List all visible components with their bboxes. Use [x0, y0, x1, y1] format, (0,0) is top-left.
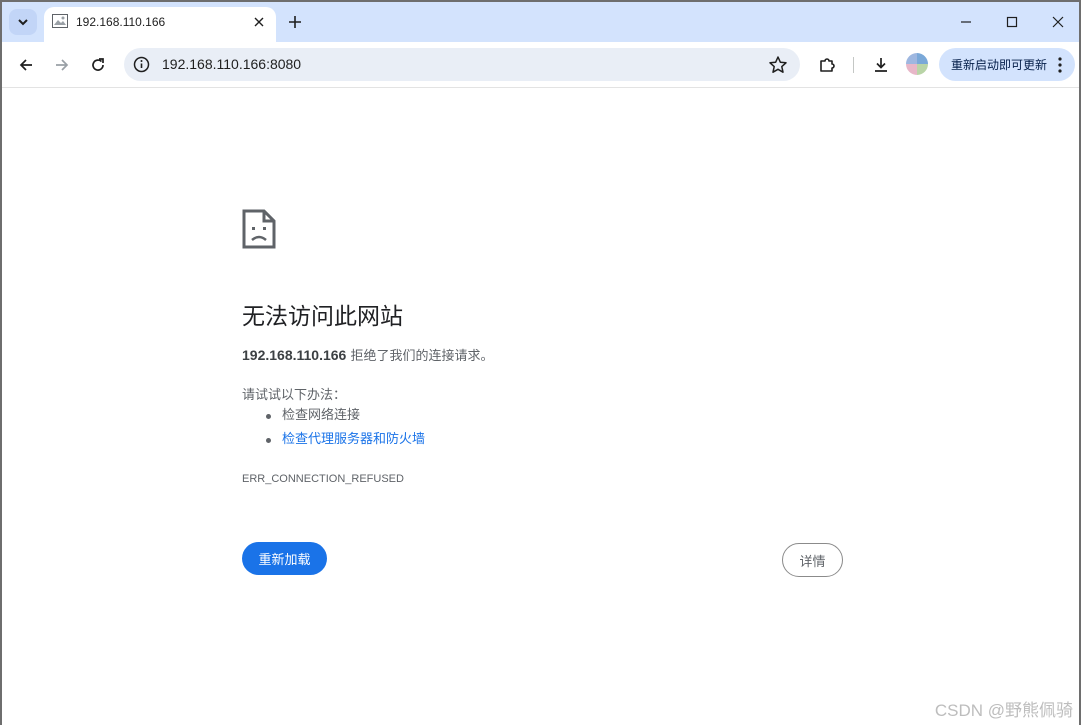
error-message-text: 拒绝了我们的连接请求。: [350, 349, 494, 364]
info-icon[interactable]: [133, 56, 150, 73]
minimize-button[interactable]: [952, 10, 980, 34]
suggestion-check-network: 检查网络连接: [264, 407, 425, 431]
reload-button[interactable]: [86, 53, 110, 77]
arrow-right-icon: [56, 59, 69, 71]
puzzle-icon: [820, 58, 835, 72]
close-icon: [1052, 16, 1064, 28]
error-heading: 无法访问此网站: [242, 304, 403, 330]
bookmark-star-icon[interactable]: [768, 55, 788, 75]
error-page: 无法访问此网站 192.168.110.166 拒绝了我们的连接请求。 请试试以…: [2, 89, 1079, 725]
tab-strip: 192.168.110.166: [2, 2, 1079, 42]
toolbar: 192.168.110.166:8080 重新启动即可更新: [2, 42, 1079, 88]
suggestions-label: 请试试以下办法：: [242, 388, 347, 403]
more-menu-icon[interactable]: [1058, 57, 1062, 73]
address-bar[interactable]: 192.168.110.166:8080: [124, 48, 800, 81]
toolbar-separator: [853, 57, 854, 73]
watermark: CSDN @野熊佩骑: [934, 701, 1073, 720]
update-relaunch-button[interactable]: 重新启动即可更新: [939, 48, 1075, 81]
error-code: ERR_CONNECTION_REFUSED: [242, 473, 404, 485]
maximize-button[interactable]: [998, 10, 1026, 34]
tab-active[interactable]: 192.168.110.166: [44, 7, 276, 42]
new-tab-button[interactable]: [284, 11, 306, 33]
suggestions-list: 检查网络连接 检查代理服务器和防火墙: [264, 407, 425, 455]
tab-search-button[interactable]: [9, 9, 37, 35]
plus-icon: [289, 16, 301, 28]
sad-page-icon: [242, 209, 276, 249]
error-message: 192.168.110.166 拒绝了我们的连接请求。: [242, 345, 494, 364]
reload-page-button[interactable]: 重新加载: [242, 542, 327, 575]
update-label: 重新启动即可更新: [951, 58, 1048, 72]
arrow-left-icon: [19, 59, 32, 71]
download-icon: [875, 58, 887, 72]
back-button[interactable]: [14, 53, 38, 77]
browser-window: 192.168.110.166 192.168.110.166:8080 重新启…: [0, 0, 1081, 725]
forward-button[interactable]: [50, 53, 74, 77]
chevron-down-icon: [18, 19, 28, 26]
maximize-icon: [1006, 16, 1018, 28]
error-host: 192.168.110.166: [242, 347, 347, 363]
tab-title: 192.168.110.166: [76, 15, 166, 29]
close-icon: [254, 17, 264, 27]
url-text[interactable]: 192.168.110.166:8080: [162, 56, 301, 72]
suggestion-check-proxy-firewall-link[interactable]: 检查代理服务器和防火墙: [264, 431, 425, 455]
page-favicon-icon: [52, 14, 68, 28]
profile-avatar[interactable]: [906, 53, 928, 75]
minimize-icon: [961, 21, 971, 23]
refresh-icon: [92, 58, 104, 71]
tab-close-button[interactable]: [250, 13, 268, 31]
extensions-button[interactable]: [815, 53, 839, 77]
details-button[interactable]: 详情: [782, 543, 843, 577]
downloads-button[interactable]: [869, 53, 893, 77]
close-window-button[interactable]: [1044, 10, 1072, 34]
